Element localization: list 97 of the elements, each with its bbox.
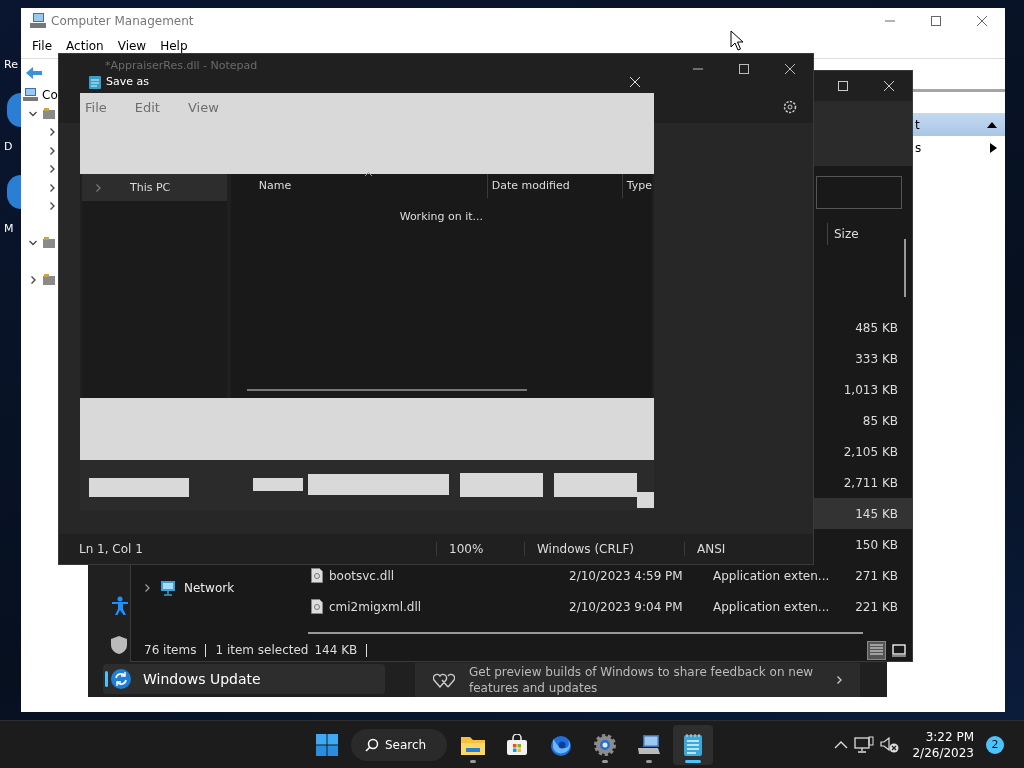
- dialog-title: Save as: [106, 75, 149, 88]
- desktop-icon-label[interactable]: D: [4, 140, 13, 153]
- date-cell: 2/10/2023 9:04 PM: [569, 599, 683, 614]
- start-icon[interactable]: [316, 733, 338, 756]
- nav-item[interactable]: This PC: [130, 181, 171, 194]
- size-cell-text: 145 KB: [854, 506, 898, 521]
- expand-chevron-icon[interactable]: [93, 182, 103, 193]
- network-icon: [160, 579, 176, 596]
- person-icon[interactable]: [111, 595, 129, 616]
- search-field[interactable]: [816, 176, 902, 209]
- column-header[interactable]: Type: [626, 179, 652, 192]
- notification-badge[interactable]: 2: [986, 735, 1004, 754]
- size-cell-text: 271 KB: [854, 568, 898, 583]
- actions-pane-entry[interactable]: s: [915, 140, 922, 155]
- shield-icon[interactable]: [111, 635, 127, 654]
- clock-date[interactable]: 2/26/2023: [912, 744, 974, 761]
- selection-size: 144 KB: [314, 643, 358, 657]
- window-title: *AppraiserRes.dll - Notepad: [105, 59, 258, 73]
- details-view-button[interactable]: [867, 640, 886, 660]
- refresh-icon[interactable]: [111, 669, 131, 689]
- column-header[interactable]: Name: [258, 179, 292, 192]
- close-icon[interactable]: [976, 15, 988, 27]
- file-icon: [311, 568, 323, 583]
- promo-card[interactable]: Get preview builds of Windows to share feedback on new features and updates: [415, 663, 860, 697]
- tree-chevron-icon[interactable]: [28, 275, 38, 286]
- folder-icon: [42, 106, 56, 121]
- promo-text: Get preview builds of Windows to share feedback on new features and updates: [469, 664, 815, 696]
- notepad-icon: [89, 74, 101, 89]
- maximize-icon[interactable]: [738, 63, 750, 75]
- folder-icon: [42, 236, 56, 251]
- tree-chevron-icon[interactable]: [47, 182, 57, 193]
- triangle-up-icon[interactable]: [987, 121, 997, 128]
- tree-chevron-icon[interactable]: [47, 145, 57, 156]
- menu-item[interactable]: Action: [59, 39, 111, 53]
- speaker-muted-icon[interactable]: [880, 735, 901, 754]
- size-cell-text: 85 KB: [861, 413, 898, 428]
- desktop-icon[interactable]: [7, 175, 21, 209]
- menu-item[interactable]: File: [79, 99, 113, 115]
- file-icon: [311, 599, 323, 614]
- column-header[interactable]: Date modified: [491, 179, 570, 192]
- status-text: ANSI: [697, 542, 726, 556]
- file-name[interactable]: bootsvc.dll: [329, 568, 395, 583]
- close-icon[interactable]: [784, 63, 796, 75]
- chevron-right-icon[interactable]: [834, 675, 844, 685]
- mouse-pointer-icon: [730, 30, 744, 51]
- loading-message: Working on it...: [399, 210, 484, 223]
- date-cell: 2/10/2023 4:59 PM: [569, 568, 683, 583]
- desktop-icon[interactable]: [7, 93, 21, 127]
- search-icon[interactable]: [365, 737, 379, 752]
- actions-pane-entry[interactable]: t: [915, 117, 920, 132]
- type-cell: Application exten...: [713, 599, 830, 614]
- type-cell: Application exten...: [713, 568, 830, 583]
- desktop-icon-label[interactable]: Re: [4, 58, 18, 71]
- back-arrow-icon[interactable]: [25, 65, 43, 80]
- computer-icon[interactable]: [637, 733, 661, 756]
- chevron-up-icon[interactable]: [834, 739, 849, 750]
- expand-chevron-icon[interactable]: [142, 582, 152, 593]
- file-name[interactable]: cmi2migxml.dll: [329, 599, 422, 614]
- window-title: Computer Management: [51, 14, 194, 28]
- clock-time[interactable]: 3:22 PM: [925, 728, 974, 745]
- size-cell-text: 2,105 KB: [842, 444, 898, 459]
- triangle-right-icon[interactable]: [990, 142, 997, 153]
- desktop-icon-label[interactable]: M: [4, 222, 14, 235]
- size-cell-text: 485 KB: [854, 320, 898, 335]
- menu-item[interactable]: File: [25, 39, 60, 53]
- menu-item[interactable]: View: [181, 99, 225, 115]
- status-text: Ln 1, Col 1: [79, 542, 143, 556]
- shopping-bag-icon[interactable]: [506, 733, 528, 756]
- hearts-icon: [433, 672, 455, 688]
- computer-icon: [30, 13, 46, 29]
- size-cell-text: 2,711 KB: [842, 475, 898, 490]
- menu-item[interactable]: Edit: [128, 99, 166, 115]
- column-header[interactable]: Size: [827, 223, 859, 245]
- size-cell-text: 1,013 KB: [842, 382, 898, 397]
- size-cell-text: 221 KB: [854, 599, 898, 614]
- nav-item[interactable]: Network: [184, 580, 235, 595]
- notepad-icon[interactable]: [683, 732, 703, 757]
- folder-icon: [42, 273, 56, 288]
- menu-item[interactable]: Help: [153, 39, 195, 53]
- tree-chevron-icon[interactable]: [47, 201, 57, 212]
- size-cell-text: 333 KB: [854, 351, 898, 366]
- tree-chevron-icon[interactable]: [47, 164, 57, 175]
- tree-item[interactable]: Co: [42, 88, 58, 103]
- item-count: 76 items: [144, 643, 197, 657]
- gear-icon[interactable]: [593, 732, 617, 757]
- menu-item[interactable]: View: [110, 39, 154, 53]
- computer-icon: [23, 88, 38, 103]
- network-icon[interactable]: [854, 735, 875, 754]
- status-text: 100%: [449, 542, 484, 556]
- settings-icon[interactable]: [782, 99, 798, 115]
- selection-info: 1 item selected: [215, 643, 309, 657]
- search-button[interactable]: Search: [351, 728, 447, 761]
- status-text: Windows (CRLF): [537, 542, 635, 556]
- tree-chevron-icon[interactable]: [47, 127, 57, 138]
- size-cell-text: 150 KB: [854, 537, 898, 552]
- maximize-icon[interactable]: [930, 15, 942, 27]
- blank-control: [253, 478, 303, 491]
